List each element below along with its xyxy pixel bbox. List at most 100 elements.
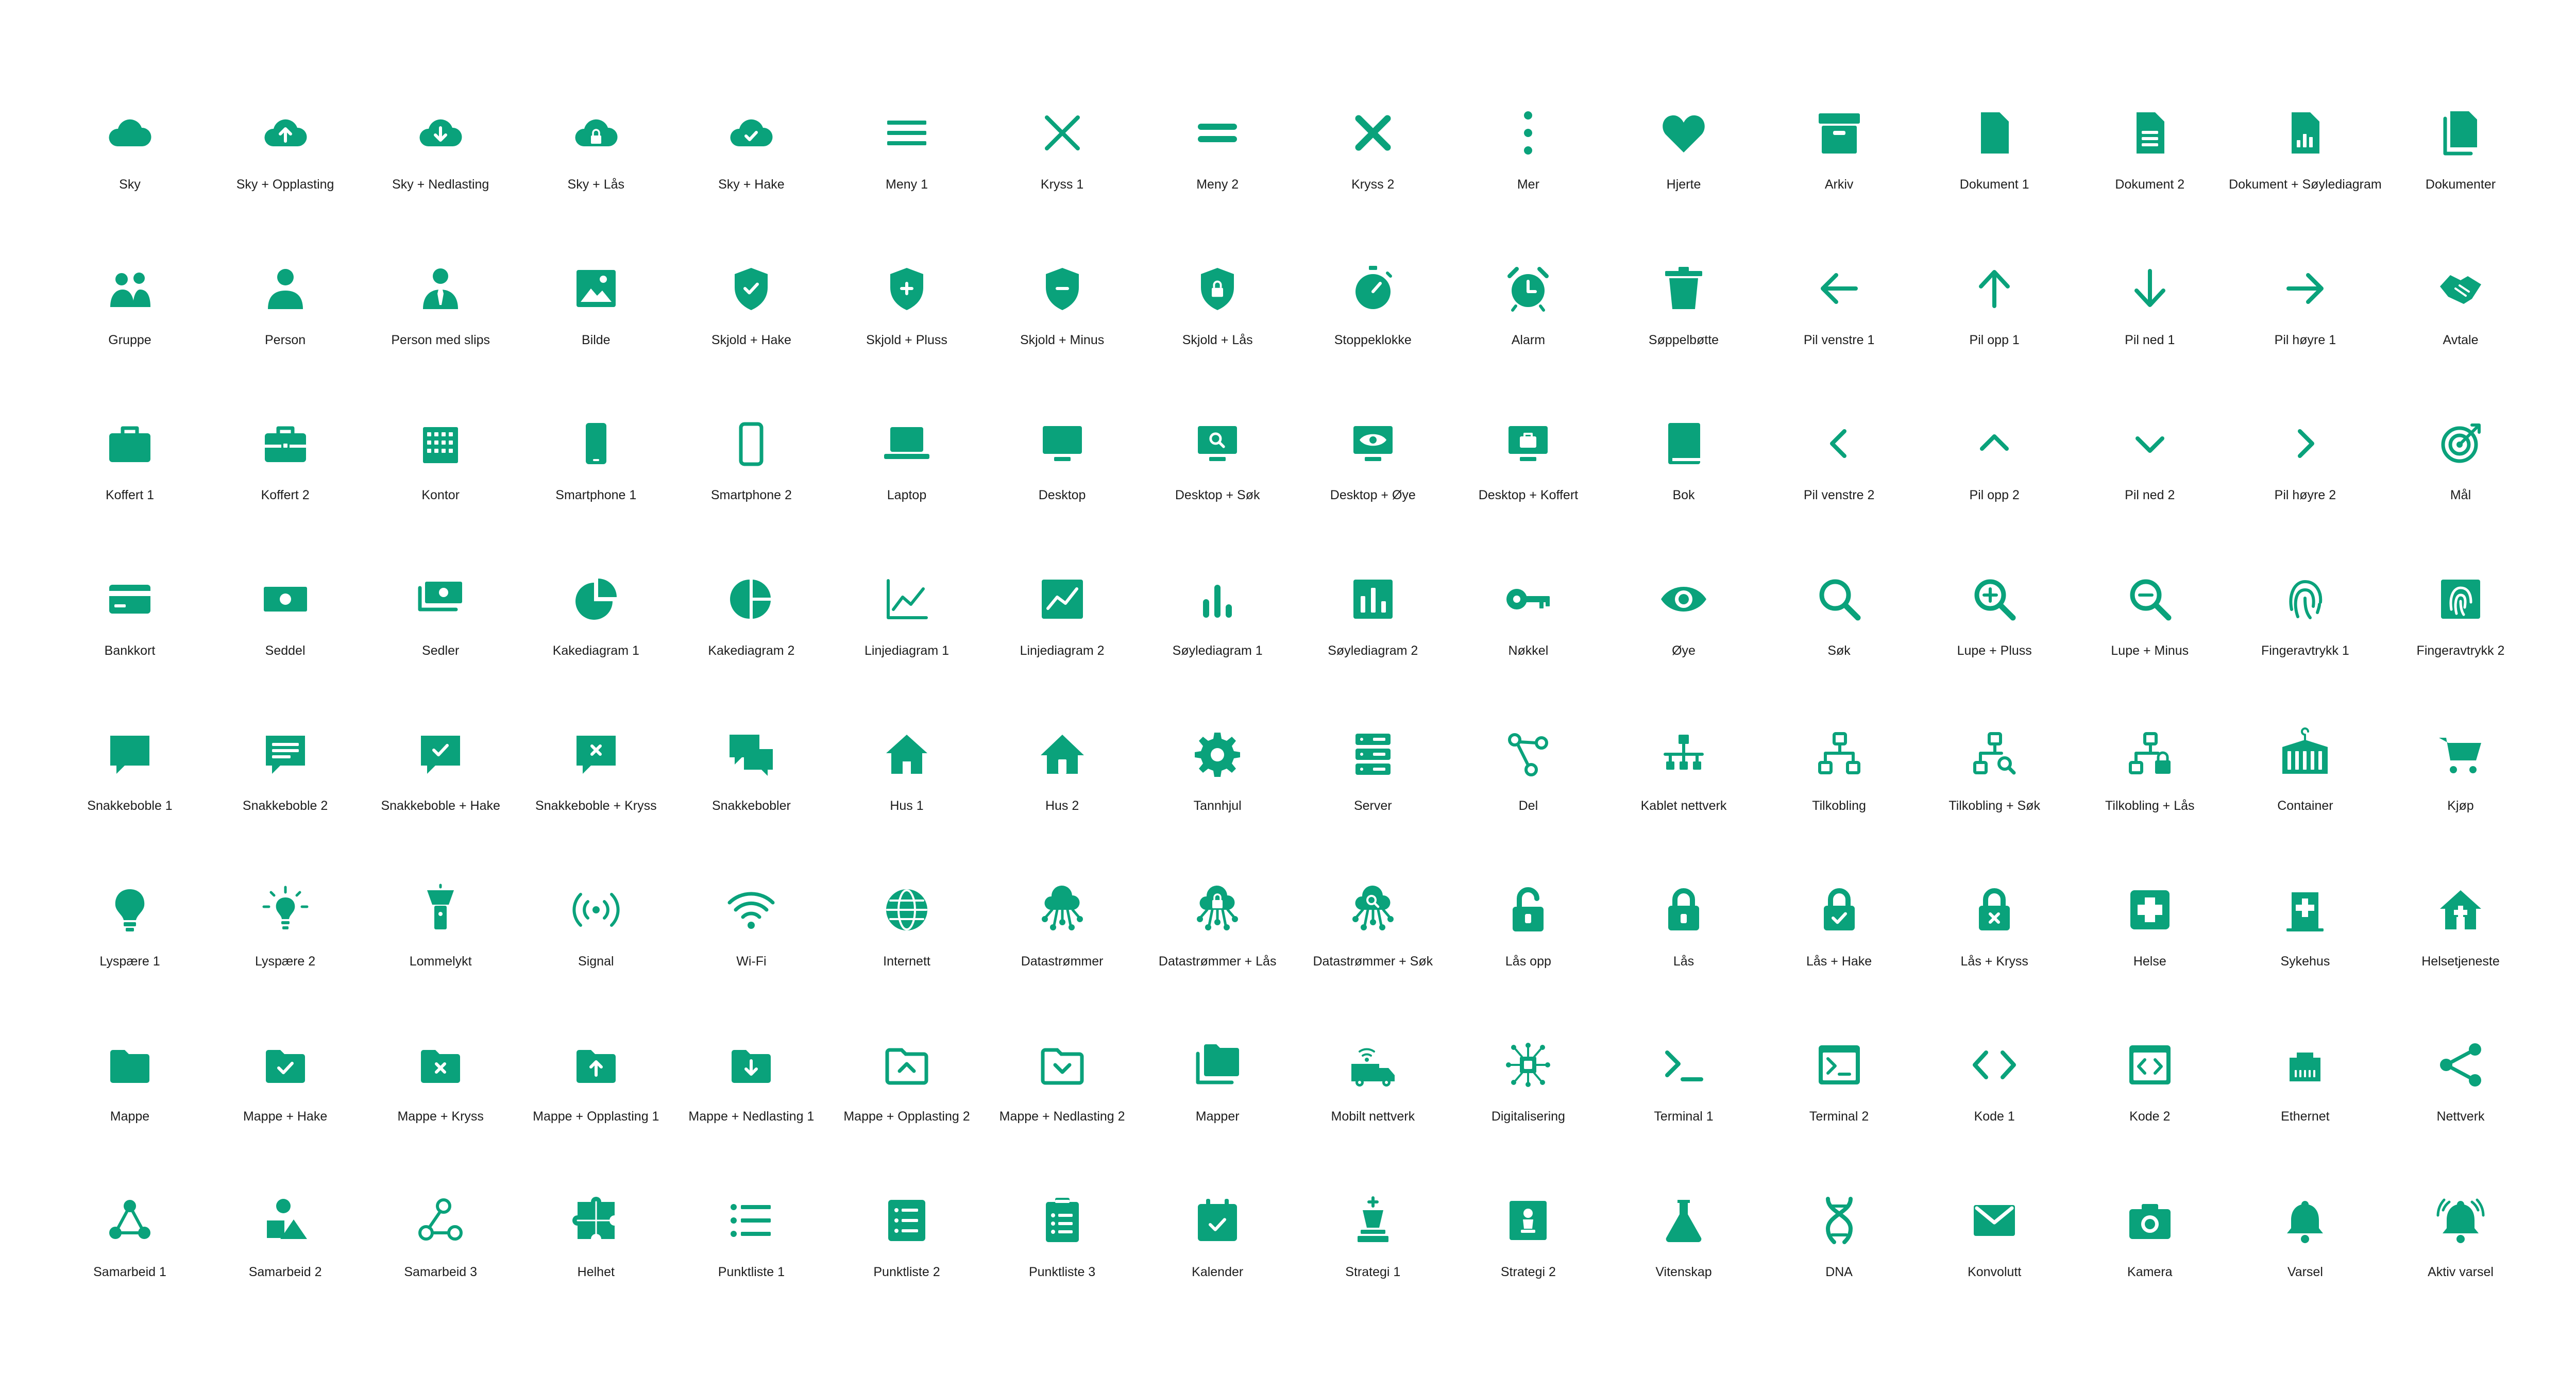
icon-label: Dokument 2 [2115,177,2185,192]
icon-cell: Helhet [519,1195,673,1318]
gear-icon [1195,733,1241,777]
icon-label: Lupe + Minus [2111,643,2189,658]
icon-cell: Strategi 1 [1296,1195,1450,1318]
icon-label: Mappe + Hake [243,1109,328,1124]
icon-cell: Desktop + Søk [1140,418,1295,541]
icon-label: Alarm [1511,332,1546,347]
icon-cell: Mappe + Opplasting 2 [829,1039,984,1163]
icon-cell: Linjediagram 2 [985,573,1140,697]
laptop-icon [884,427,929,459]
cloud-check-icon [730,119,773,146]
icon-cell: Internett [829,884,984,1008]
icon-cell: Sykehus [2228,884,2382,1008]
fingerprint-box-icon [2441,579,2480,619]
icon-label: Person med slips [391,332,490,347]
icon-label: Mappe + Kryss [397,1109,484,1124]
icon-cell: Skjold + Pluss [829,263,984,386]
icon-label: Bok [1672,488,1695,502]
icon-cell: Tannhjul [1140,728,1295,852]
icon-cell: Punktliste 3 [985,1195,1140,1318]
handshake-icon [2440,275,2481,304]
icon-label: Tilkobling + Søk [1948,799,2040,813]
pie-chart-split-icon [730,579,771,619]
signal-icon [572,892,620,927]
icon-label: Digitalisering [1491,1109,1565,1124]
icon-cell: Mobilt nettverk [1296,1039,1450,1163]
icon-cell: Varsel [2228,1195,2382,1318]
connection-icon [1818,732,1860,774]
icon-label: Sky + Opplasting [236,177,334,192]
icon-label: Linjediagram 1 [865,643,949,658]
chess-box-icon [1510,1200,1547,1240]
icon-cell: Koffert 2 [208,418,363,541]
icon-label: Stoppeklokke [1334,332,1412,347]
search-icon [1819,579,1861,620]
icon-label: Bankkort [104,643,156,658]
book-icon [1668,423,1700,464]
folder-check-icon [265,1050,305,1083]
icon-cell: Skjold + Minus [985,263,1140,386]
icon-cell: Desktop [985,418,1140,541]
heart-icon [1663,115,1705,152]
icon-cell: Skjold + Hake [674,263,828,386]
icon-label: Sky + Nedlasting [392,177,489,192]
icon-label: Smartphone 1 [555,488,637,502]
icon-label: Lås + Kryss [1960,954,2028,969]
icon-label: Kryss 2 [1351,177,1395,192]
icon-label: Pil opp 1 [1969,332,2020,347]
icon-label: Samarbeid 3 [404,1264,478,1279]
bullet-list-box-icon [888,1199,925,1241]
icon-label: Gruppe [108,332,151,347]
icon-cell: Desktop + Øye [1296,418,1450,541]
icon-label: Kakediagram 1 [552,643,639,658]
icon-label: Ethernet [2281,1109,2330,1124]
person-tie-icon [423,268,459,309]
icon-label: Sykehus [2280,954,2330,969]
folder-download-chevron-icon [1041,1048,1084,1085]
icon-label: Hus 2 [1045,799,1079,813]
icon-cell: Lyspære 1 [53,884,207,1008]
stopwatch-icon [1355,265,1392,309]
shield-plus-icon [890,267,923,310]
icon-cell: Mappe [53,1039,207,1163]
collaboration-icon [109,1199,150,1239]
shield-minus-icon [1045,267,1079,310]
key-icon [1506,588,1550,609]
icon-cell: Container [2228,727,2382,852]
icon-cell: Samarbeid 1 [53,1195,207,1318]
icon-label: Meny 2 [1196,177,1239,192]
more-vertical-icon [1524,111,1533,155]
chevron-up-icon [1980,434,2009,451]
document-lines-icon [2136,112,2164,154]
icon-label: Kjøp [2447,799,2474,813]
icon-label: Kode 1 [1974,1109,2015,1124]
icon-label: Datastrømmer + Lås [1158,954,1277,969]
code-icon [1973,1050,2016,1079]
icon-label: Seddel [265,643,306,658]
icon-cell: Mappe + Nedlasting 2 [985,1039,1140,1163]
icon-cell: Sky + Hake [674,107,828,231]
icon-cell: Snakkeboble 1 [53,728,207,852]
briefcase-band-icon [264,426,306,462]
icon-cell: Lupe + Pluss [1917,573,2072,697]
icon-label: Desktop + Øye [1330,488,1416,502]
icon-cell: DNA [1762,1195,1917,1318]
icon-label: Dokumenter [2425,177,2496,192]
icon-cell: Kablet nettverk [1606,728,1761,852]
icon-cell: Søppelbøtte [1606,263,1761,386]
unlock-icon [1513,887,1544,931]
smartphone-outline-icon [739,422,764,466]
lock-close-icon [1979,888,2010,930]
icon-label: Pil høyre 2 [2274,488,2336,502]
icon-label: Container [2277,799,2333,813]
icon-cell: Kontor [363,418,518,541]
icon-cell: Smartphone 2 [674,418,828,541]
icon-label: Mappe + Opplasting 2 [843,1109,970,1124]
banknote-icon [263,586,307,612]
icon-cell: Kode 1 [1917,1039,2072,1163]
house-roof-icon [1040,735,1084,774]
icon-cell: Datastrømmer + Lås [1140,884,1295,1008]
icon-label: Snakkebobler [711,799,791,813]
icon-cell: Søk [1762,573,1917,697]
icon-label: Samarbeid 1 [93,1264,166,1279]
